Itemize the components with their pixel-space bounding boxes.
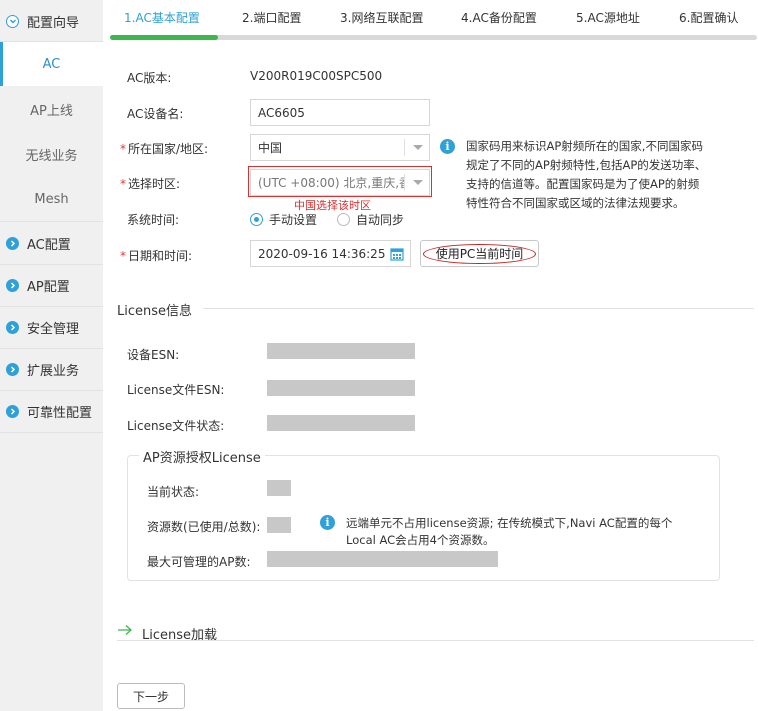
sidebar-subitem-ap-online[interactable]: AP上线 — [0, 87, 103, 131]
step-ac-basic-config[interactable]: 1.AC基本配置 — [124, 9, 200, 26]
license-file-status-value-redacted — [267, 415, 415, 431]
license-file-status-label: License文件状态: — [127, 419, 225, 433]
ap-resource-license-title: AP资源授权License — [139, 447, 265, 466]
divider — [203, 308, 754, 309]
sidebar-subitem-label: Mesh — [34, 191, 69, 207]
license-section-title: License信息 — [117, 304, 193, 319]
country-label: * 所在国家/地区: — [120, 140, 208, 157]
resource-count-value-redacted — [267, 517, 291, 533]
step-ac-source-address[interactable]: 5.AC源地址 — [576, 9, 640, 26]
country-value: 中国 — [258, 141, 283, 155]
use-pc-time-button[interactable]: 使用PC当前时间 — [420, 240, 539, 267]
datetime-label-text: 日期和时间: — [128, 249, 193, 263]
info-line: 支持的信道等。配置国家码是为了使AP的射频 — [466, 177, 700, 191]
sidebar-subitem-wireless-service[interactable]: 无线业务 — [0, 132, 103, 176]
required-mark: * — [120, 249, 126, 263]
required-mark: * — [120, 177, 126, 191]
sidebar-item-label: AC配置 — [27, 237, 71, 253]
datetime-input[interactable]: 2020-09-16 14:36:25 — [250, 240, 411, 267]
device-esn-value-redacted — [267, 343, 415, 359]
info-line: 远端单元不占用license资源; 在传统模式下,Navi AC配置的每个 — [346, 516, 673, 530]
timezone-label-text: 选择时区: — [128, 177, 181, 191]
sidebar-item-label: 扩展业务 — [27, 363, 80, 379]
sidebar-subitem-label: AP上线 — [30, 103, 73, 119]
radio-dot-icon — [337, 213, 350, 226]
arrow-right-icon[interactable] — [117, 624, 133, 636]
current-status-value-redacted — [267, 480, 291, 496]
info-line: 特性符合不同国家或区域的法律法规要求。 — [466, 196, 685, 210]
step-network-interconnect[interactable]: 3.网络互联配置 — [340, 9, 423, 26]
chevron-right-icon — [6, 404, 19, 418]
radio-label: 自动同步 — [356, 213, 405, 227]
use-pc-time-label: 使用PC当前时间 — [435, 247, 524, 261]
sidebar-item-ap-config[interactable]: AP配置 — [0, 264, 103, 306]
sidebar-item-reliability[interactable]: 可靠性配置 — [0, 390, 103, 432]
radio-auto-sync[interactable]: 自动同步 — [337, 211, 404, 228]
next-button[interactable]: 下一步 — [117, 683, 185, 709]
calendar-icon[interactable] — [390, 247, 404, 261]
country-select[interactable]: 中国 — [250, 134, 430, 161]
next-button-label: 下一步 — [132, 689, 169, 704]
wizard-steps: 1.AC基本配置 2.端口配置 3.网络互联配置 4.AC备份配置 5.AC源地… — [103, 0, 758, 40]
country-info-text: 国家码用来标识AP射频所在的国家,不同国家码 规定了不同的AP射频特性,包括AP… — [466, 137, 706, 213]
sidebar-item-label: 配置向导 — [27, 15, 80, 31]
step-port-config[interactable]: 2.端口配置 — [242, 9, 301, 26]
system-time-label: 系统时间: — [127, 213, 180, 227]
sidebar-subitem-label: 无线业务 — [25, 148, 78, 164]
sidebar-item-label: 安全管理 — [27, 321, 80, 337]
chevron-down-icon — [6, 14, 19, 28]
required-mark: * — [120, 142, 126, 156]
sidebar-item-ac-config[interactable]: AC配置 — [0, 222, 103, 264]
progress-fill — [110, 35, 218, 40]
current-status-label: 当前状态: — [147, 485, 200, 499]
divider — [117, 640, 754, 641]
radio-manual-set[interactable]: 手动设置 — [250, 211, 317, 228]
max-ap-value-redacted — [267, 551, 498, 567]
sidebar: 配置向导 AC AP上线 无线业务 Mesh AC配置 AP配置 安全管理 扩展… — [0, 0, 103, 711]
sidebar-item-label: 可靠性配置 — [27, 405, 93, 421]
info-line: Local AC会占用4个资源数。 — [346, 533, 495, 547]
info-icon: i — [320, 515, 335, 530]
device-esn-label: 设备ESN: — [127, 348, 180, 362]
sidebar-item-config-wizard[interactable]: 配置向导 — [0, 0, 103, 42]
country-label-text: 所在国家/地区: — [128, 142, 209, 156]
sidebar-item-extended-services[interactable]: 扩展业务 — [0, 348, 103, 390]
divider — [0, 432, 103, 433]
license-file-esn-label: License文件ESN: — [127, 383, 225, 397]
ac-device-name-label: AC设备名: — [127, 107, 184, 121]
sidebar-item-security[interactable]: 安全管理 — [0, 306, 103, 348]
ac-version-value: V200R019C00SPC500 — [250, 69, 383, 83]
license-file-esn-value-redacted — [267, 380, 415, 396]
radio-label: 手动设置 — [269, 213, 318, 227]
info-icon: i — [440, 139, 455, 154]
timezone-highlight-box — [248, 166, 432, 197]
info-line: 规定了不同的AP射频特性,包括AP的发送功率、 — [466, 158, 707, 172]
info-line: 国家码用来标识AP射频所在的国家,不同国家码 — [466, 139, 703, 153]
sidebar-subitem-ac[interactable]: AC — [0, 42, 103, 86]
chevron-right-icon — [6, 278, 19, 292]
chevron-down-icon — [404, 139, 429, 156]
chevron-right-icon — [6, 362, 19, 376]
step-ac-backup[interactable]: 4.AC备份配置 — [461, 9, 537, 26]
resource-count-label: 资源数(已使用/总数): — [147, 520, 261, 534]
chevron-right-icon — [6, 320, 19, 334]
radio-dot-icon — [250, 213, 263, 226]
sidebar-item-label: AP配置 — [27, 279, 70, 295]
chevron-right-icon — [6, 236, 19, 250]
sidebar-subitem-mesh[interactable]: Mesh — [0, 177, 103, 221]
ac-device-name-input[interactable]: AC6605 — [250, 99, 430, 126]
datetime-value: 2020-09-16 14:36:25 — [258, 246, 386, 261]
sidebar-subitem-label: AC — [42, 56, 61, 72]
timezone-label: * 选择时区: — [120, 175, 180, 192]
ac-version-label: AC版本: — [127, 71, 172, 85]
max-ap-label: 最大可管理的AP数: — [147, 555, 251, 569]
step-confirm[interactable]: 6.配置确认 — [679, 9, 738, 26]
ac-device-name-value: AC6605 — [258, 105, 305, 120]
license-info-text: 远端单元不占用license资源; 在传统模式下,Navi AC配置的每个 Lo… — [346, 515, 672, 549]
datetime-label: * 日期和时间: — [120, 247, 192, 264]
